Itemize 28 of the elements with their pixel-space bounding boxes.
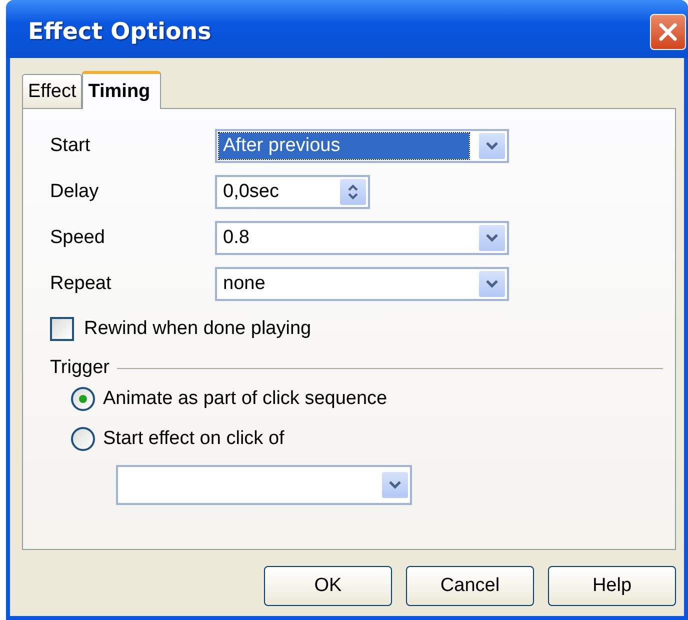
radio-button[interactable] xyxy=(71,387,95,411)
field-label: Start xyxy=(50,135,92,157)
field-label: Delay xyxy=(50,181,100,203)
chevron-down-icon xyxy=(479,225,505,251)
chevron-down-icon xyxy=(479,133,505,159)
dropdown[interactable]: 0.8 xyxy=(215,221,509,255)
spin-arrows-icon xyxy=(340,179,366,205)
chevron-down-icon xyxy=(382,472,408,498)
close-button[interactable] xyxy=(650,14,686,50)
tab[interactable]: Timing xyxy=(82,71,162,109)
field-label: Repeat xyxy=(50,273,112,295)
group-title: Trigger xyxy=(50,357,110,379)
radio-label: Animate as part of click sequence xyxy=(103,388,388,410)
radio-label: Start effect on click of xyxy=(103,428,284,450)
tab[interactable]: Effect xyxy=(22,74,82,108)
field-label: Speed xyxy=(50,227,106,249)
spin-field[interactable]: 0,0sec xyxy=(215,175,370,209)
dialog-button[interactable]: Help xyxy=(548,566,676,606)
dropdown[interactable]: After previous xyxy=(215,129,509,163)
close-icon xyxy=(657,21,679,43)
window-title: Effect Options xyxy=(27,19,212,45)
checkbox-label: Rewind when done playing xyxy=(84,318,312,340)
dropdown[interactable]: none xyxy=(215,267,509,301)
chevron-down-icon xyxy=(479,271,505,297)
checkbox[interactable] xyxy=(50,317,74,341)
radio-button[interactable] xyxy=(71,427,95,451)
dialog-button[interactable]: Cancel xyxy=(406,566,534,606)
dialog-button[interactable]: OK xyxy=(264,566,392,606)
